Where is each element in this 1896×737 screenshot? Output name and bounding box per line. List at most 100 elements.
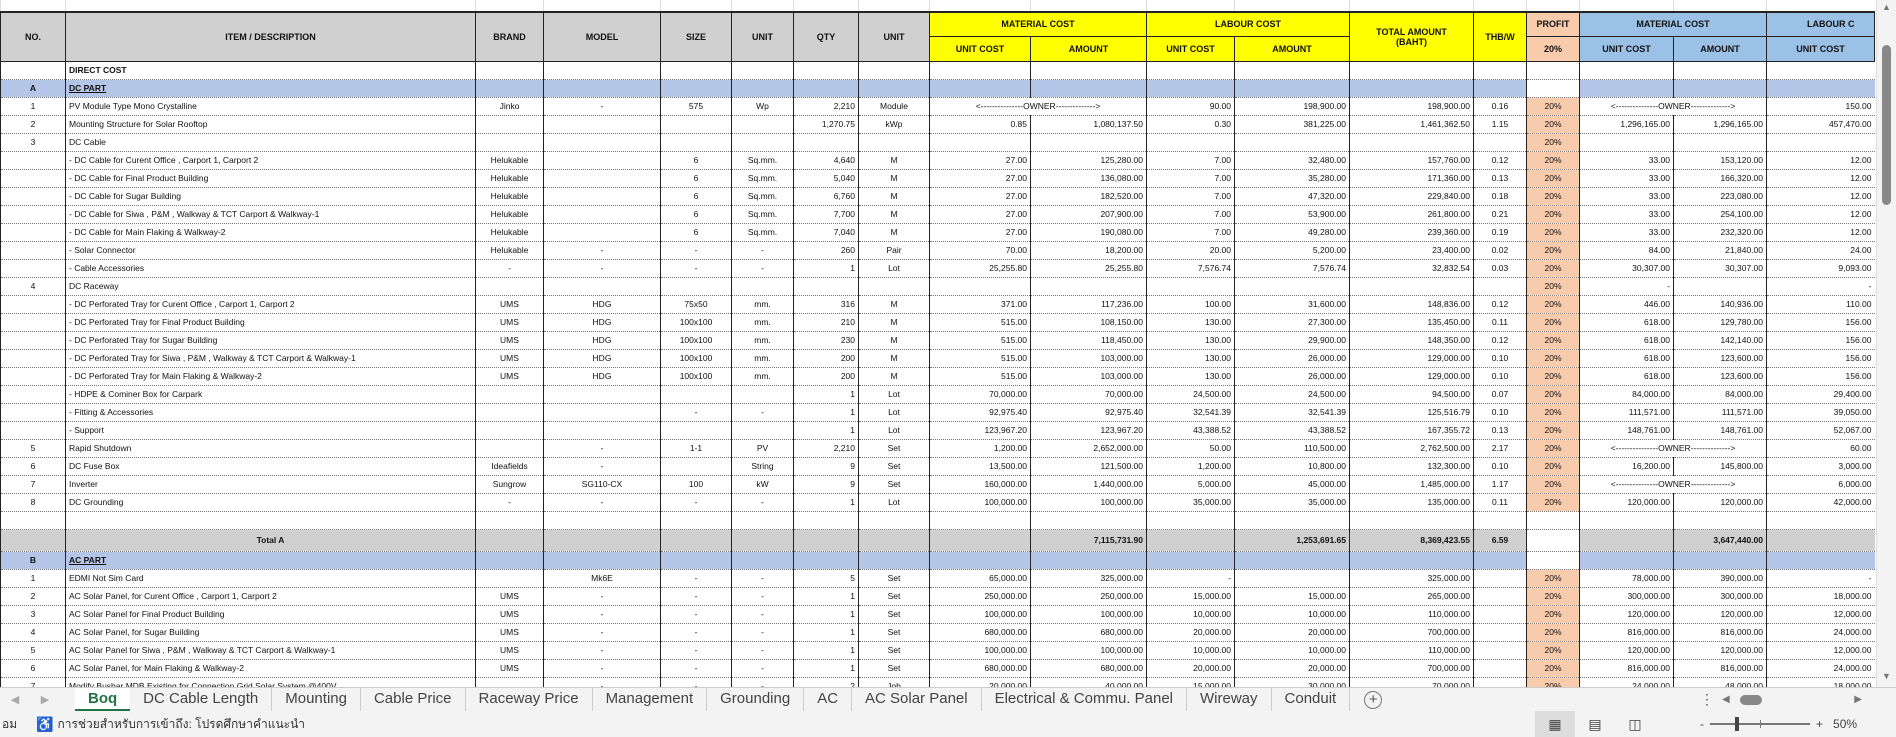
cell-lab2-unit-cost[interactable]: 12.00 [1766, 187, 1875, 206]
cell-total-amount[interactable] [1349, 551, 1474, 570]
cell-unit[interactable]: Sq.mm. [731, 187, 794, 206]
cell-mat2-amount[interactable] [1673, 551, 1767, 570]
cell-lab-amount[interactable] [1234, 511, 1350, 530]
cell-lab-unit-cost[interactable]: 10,000.00 [1146, 641, 1235, 660]
cell-unit[interactable]: mm. [731, 295, 794, 314]
cell-no[interactable]: 4 [0, 277, 66, 296]
cell-lab-amount[interactable]: 27,300.00 [1234, 313, 1350, 332]
cell-size[interactable]: - [660, 659, 732, 678]
cell-mat-amount[interactable] [1030, 61, 1147, 80]
cell-lab2-unit-cost[interactable]: - [1766, 569, 1875, 588]
cell-mat2-amount[interactable]: 21,840.00 [1673, 241, 1767, 260]
header-size[interactable]: SIZE [660, 11, 732, 62]
cell-brand[interactable]: UMS [475, 659, 544, 678]
cell-unit2[interactable] [858, 61, 930, 80]
cell-mat-unit-cost[interactable]: 70,000.00 [929, 385, 1031, 404]
cell-size[interactable]: 100x100 [660, 349, 732, 368]
cell-brand[interactable] [475, 79, 544, 98]
cell-qty[interactable] [793, 511, 859, 530]
cell-mat-unit-cost[interactable]: 13,500.00 [929, 457, 1031, 476]
cell-mat-amount[interactable]: 680,000.00 [1030, 623, 1147, 642]
cell-size[interactable]: 6 [660, 223, 732, 242]
cell-mat2-unit-cost[interactable] [1579, 61, 1674, 80]
cell-item[interactable]: AC Solar Panel for Siwa , P&M , Walkway … [65, 641, 476, 660]
cell-thbw[interactable]: 0.10 [1473, 457, 1527, 476]
cell-item[interactable]: Modify Busbar MDB Existing for Connectio… [65, 677, 476, 687]
cell-brand[interactable]: UMS [475, 313, 544, 332]
cell-mat-unit-cost[interactable]: 515.00 [929, 349, 1031, 368]
cell-brand[interactable] [475, 277, 544, 296]
cell-profit[interactable]: 20% [1526, 295, 1580, 314]
cell-unit2[interactable]: Pair [858, 241, 930, 260]
cell-mat-amount[interactable]: 100,000.00 [1030, 493, 1147, 512]
cell-mat-amount[interactable]: 103,000.00 [1030, 367, 1147, 386]
cell-qty[interactable]: 9 [793, 457, 859, 476]
header-lab-unit-cost[interactable]: UNIT COST [1146, 35, 1235, 62]
cell-lab-unit-cost[interactable] [1146, 79, 1235, 98]
cell-model[interactable]: SG110-CX [543, 475, 661, 494]
cell-model[interactable] [543, 151, 661, 170]
cell-model[interactable]: HDG [543, 349, 661, 368]
cell-no[interactable]: 5 [0, 641, 66, 660]
accessibility-status[interactable]: การช่วยสำหรับการเข้าถึง: โปรดศึกษาคำแนะน… [57, 715, 305, 734]
cell-no[interactable]: 6 [0, 457, 66, 476]
cell-profit[interactable] [1526, 529, 1580, 552]
cell-mat2-amount[interactable]: 120,000.00 [1673, 641, 1767, 660]
scroll-right-icon[interactable]: ▶ [1854, 694, 1862, 705]
cell-model[interactable]: HDG [543, 367, 661, 386]
cell-model[interactable] [543, 223, 661, 242]
cell-unit2[interactable]: Set [858, 587, 930, 606]
cell-model[interactable]: - [543, 659, 661, 678]
cell-item[interactable]: AC PART [65, 551, 476, 570]
cell-thbw[interactable]: 0.21 [1473, 205, 1527, 224]
cell-mat2-amount[interactable]: 120,000.00 [1673, 493, 1767, 512]
cell-lab-amount[interactable]: 7,576.74 [1234, 259, 1350, 278]
cell-lab2-unit-cost[interactable]: 156.00 [1766, 313, 1875, 332]
cell-unit[interactable]: - [731, 641, 794, 660]
cell-qty[interactable]: 1 [793, 605, 859, 624]
cell-thbw[interactable]: 0.07 [1473, 385, 1527, 404]
cell-unit[interactable]: PV [731, 439, 794, 458]
cell-qty[interactable]: 1 [793, 623, 859, 642]
cell-mat-amount[interactable]: 108,150.00 [1030, 313, 1147, 332]
cell-lab-unit-cost[interactable]: 43,388.52 [1146, 421, 1235, 440]
cell-thbw[interactable]: 0.12 [1473, 151, 1527, 170]
cell-lab-unit-cost[interactable]: 7.00 [1146, 151, 1235, 170]
cell-item[interactable]: - DC Perforated Tray for Sugar Building [65, 331, 476, 350]
cell-total-amount[interactable]: 148,350.00 [1349, 331, 1474, 350]
cell-mat-unit-cost[interactable] [929, 277, 1031, 296]
cell-lab2-unit-cost[interactable]: 12,000.00 [1766, 641, 1875, 660]
cell-lab-amount[interactable]: 26,000.00 [1234, 349, 1350, 368]
cell-mat2-unit-cost[interactable]: 16,200.00 [1579, 457, 1674, 476]
cell-unit[interactable]: Wp [731, 97, 794, 116]
cell-unit2[interactable]: Set [858, 569, 930, 588]
cell-mat2-amount[interactable]: 123,600.00 [1673, 349, 1767, 368]
cell-mat-amount[interactable] [1030, 133, 1147, 152]
cell-size[interactable] [660, 551, 732, 570]
cell-no[interactable] [0, 241, 66, 260]
cell-size[interactable] [660, 277, 732, 296]
cell-lab-amount[interactable] [1234, 61, 1350, 80]
cell-mat-unit-cost[interactable]: 0.85 [929, 115, 1031, 134]
cell-size[interactable]: 100x100 [660, 313, 732, 332]
cell-model[interactable]: HDG [543, 331, 661, 350]
cell-profit[interactable]: 20% [1526, 187, 1580, 206]
cell-lab-amount[interactable]: 20,000.00 [1234, 623, 1350, 642]
cell-item[interactable]: - DC Cable for Final Product Building [65, 169, 476, 188]
cell-mat-unit-cost[interactable]: 680,000.00 [929, 659, 1031, 678]
cell-lab-amount[interactable] [1234, 79, 1350, 98]
cell-lab-unit-cost[interactable]: 7.00 [1146, 169, 1235, 188]
cell-unit2[interactable]: Lot [858, 421, 930, 440]
cell-unit2[interactable]: M [858, 295, 930, 314]
cell-unit2[interactable] [858, 529, 930, 552]
cell-lab2-unit-cost[interactable]: 110.00 [1766, 295, 1875, 314]
cell-lab-amount[interactable]: 198,900.00 [1234, 97, 1350, 116]
cell-mat2-amount[interactable]: 223,080.00 [1673, 187, 1767, 206]
cell-mat2-amount[interactable]: 148,761.00 [1673, 421, 1767, 440]
cell-model[interactable] [543, 385, 661, 404]
cell-qty[interactable] [793, 61, 859, 80]
cell-profit[interactable]: 20% [1526, 659, 1580, 678]
cell-lab-unit-cost[interactable] [1146, 529, 1235, 552]
cell-brand[interactable] [475, 677, 544, 687]
cell-mat2-amount[interactable]: 254,100.00 [1673, 205, 1767, 224]
